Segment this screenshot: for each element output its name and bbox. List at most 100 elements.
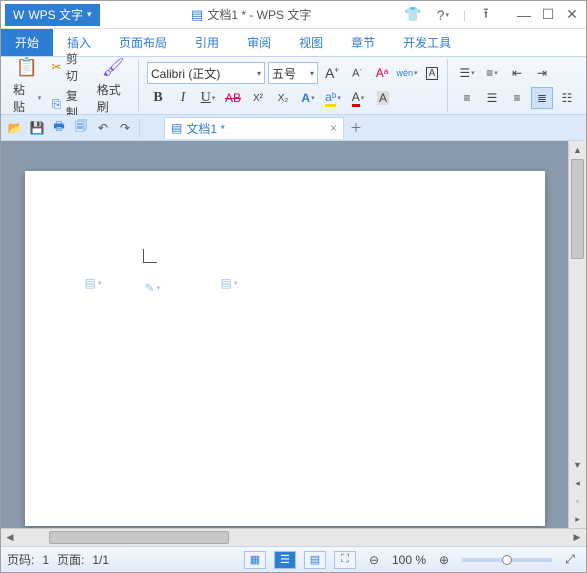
- maximize-button[interactable]: ☐: [538, 5, 558, 25]
- grow-font-button[interactable]: A+: [321, 62, 343, 84]
- document-icon: ▤: [171, 121, 182, 135]
- undo-button[interactable]: ↶: [93, 118, 113, 138]
- page[interactable]: ▤▾ ✎▾ ▤▾: [25, 171, 545, 526]
- view-fullscreen-button[interactable]: ⛶: [334, 551, 356, 569]
- paste-label: 粘贴: [13, 81, 35, 115]
- highlight-icon: aᵇ: [325, 90, 336, 107]
- help-button[interactable]: ?▾: [433, 5, 453, 25]
- superscript-button[interactable]: X²: [247, 87, 269, 109]
- distribute-icon: ☷: [562, 91, 573, 105]
- bold-button[interactable]: B: [147, 87, 169, 109]
- page-total[interactable]: 1/1: [92, 553, 109, 567]
- print-button[interactable]: 🖶: [49, 118, 69, 138]
- outdent-icon: ⇤: [512, 66, 522, 80]
- text-effect-icon: A: [301, 91, 310, 105]
- page-number[interactable]: 1: [42, 553, 49, 567]
- paste-icon: 📋: [16, 57, 38, 79]
- highlight-button[interactable]: aᵇ▾: [322, 87, 344, 109]
- font-size-combo[interactable]: 五号 ▾: [268, 62, 318, 84]
- add-tab-button[interactable]: ＋: [346, 118, 366, 138]
- scroll-down-button[interactable]: ▼: [569, 456, 586, 474]
- tab-references[interactable]: 引用: [181, 29, 233, 56]
- zoom-level[interactable]: 100 %: [392, 553, 426, 567]
- view-outline-button[interactable]: ▤: [304, 551, 326, 569]
- scroll-up-button[interactable]: ▲: [569, 141, 586, 159]
- phonetic-guide-button[interactable]: wén▾: [396, 62, 418, 84]
- bullets-button[interactable]: ☰▾: [456, 62, 478, 84]
- clear-format-button[interactable]: Aᵃ: [371, 62, 393, 84]
- floating-toolbar-item[interactable]: ▤▾: [221, 276, 238, 290]
- scroll-right-button[interactable]: ▶: [568, 529, 586, 547]
- align-left-button[interactable]: ≡: [456, 87, 478, 109]
- align-right-icon: ≡: [513, 91, 520, 105]
- char-border-button[interactable]: A: [421, 62, 443, 84]
- zoom-slider-thumb[interactable]: [502, 555, 512, 565]
- cut-button[interactable]: ✂ 剪切: [47, 49, 90, 85]
- scroll-track[interactable]: [569, 159, 586, 456]
- strike-button[interactable]: AB: [222, 87, 244, 109]
- fit-button[interactable]: ⤢: [560, 550, 580, 570]
- align-right-button[interactable]: ≡: [506, 87, 528, 109]
- font-color-button[interactable]: A▾: [347, 87, 369, 109]
- h-scroll-thumb[interactable]: [49, 531, 229, 544]
- align-justify-button[interactable]: ≣: [531, 87, 553, 109]
- scroll-left-button[interactable]: ◀: [1, 529, 19, 547]
- tab-view[interactable]: 视图: [285, 29, 337, 56]
- view-print-layout-button[interactable]: ▦: [244, 551, 266, 569]
- underline-button[interactable]: U▾: [197, 87, 219, 109]
- shrink-font-button[interactable]: A-: [346, 62, 368, 84]
- subscript-button[interactable]: X₂: [272, 87, 294, 109]
- title-text: 文档1 * - WPS 文字: [207, 6, 311, 23]
- tab-section[interactable]: 章节: [337, 29, 389, 56]
- tab-home[interactable]: 开始: [1, 29, 53, 56]
- decrease-indent-button[interactable]: ⇤: [506, 62, 528, 84]
- font-family-value: Calibri (正文): [151, 65, 254, 82]
- close-button[interactable]: ✕: [562, 5, 582, 25]
- view-web-layout-button[interactable]: ☰: [274, 551, 296, 569]
- zoom-slider[interactable]: [462, 558, 552, 562]
- cut-label: 剪切: [66, 50, 88, 84]
- distribute-button[interactable]: ☷: [556, 87, 578, 109]
- format-painter-button[interactable]: 🖌 格式刷: [93, 55, 134, 117]
- increase-indent-button[interactable]: ⇥: [531, 62, 553, 84]
- floating-toolbar-item[interactable]: ✎▾: [145, 281, 161, 295]
- tab-developer[interactable]: 开发工具: [389, 29, 465, 56]
- open-button[interactable]: 📂: [5, 118, 25, 138]
- chevron-down-icon: ▾: [87, 9, 92, 20]
- tab-review[interactable]: 审阅: [233, 29, 285, 56]
- document-tab[interactable]: ▤ 文档1 * ×: [164, 117, 344, 139]
- paste-button[interactable]: 📋 粘贴▾: [9, 55, 45, 117]
- ribbon-toggle-button[interactable]: ⭱: [476, 5, 496, 25]
- save-button[interactable]: 💾: [27, 118, 47, 138]
- minimize-button[interactable]: —: [514, 5, 534, 25]
- align-justify-icon: ≣: [537, 91, 547, 105]
- floating-toolbar-item[interactable]: ▤▾: [85, 276, 102, 290]
- vertical-scrollbar[interactable]: ▲ ▼ ◂ ◦ ▸: [568, 141, 586, 528]
- next-page-button[interactable]: ▸: [569, 510, 586, 528]
- char-shading-button[interactable]: A: [372, 87, 394, 109]
- scroll-thumb[interactable]: [571, 159, 584, 259]
- h-scroll-track[interactable]: [19, 529, 568, 546]
- horizontal-scrollbar[interactable]: ◀ ▶: [1, 528, 586, 546]
- font-color-icon: A: [352, 90, 360, 107]
- app-menu-button[interactable]: W WPS 文字 ▾: [5, 4, 100, 26]
- font-family-combo[interactable]: Calibri (正文) ▾: [147, 62, 265, 84]
- skin-icon[interactable]: 👕: [403, 5, 423, 25]
- italic-button[interactable]: I: [172, 87, 194, 109]
- redo-button[interactable]: ↷: [115, 118, 135, 138]
- phonetic-icon: wén: [396, 68, 413, 78]
- chevron-down-icon: ▾: [257, 69, 261, 78]
- text-effect-button[interactable]: A▾: [297, 87, 319, 109]
- cursor-indicator: [143, 249, 157, 263]
- align-left-icon: ≡: [463, 91, 470, 105]
- align-center-button[interactable]: ☰: [481, 87, 503, 109]
- tab-page-layout[interactable]: 页面布局: [105, 29, 181, 56]
- zoom-in-button[interactable]: ⊕: [434, 550, 454, 570]
- close-tab-button[interactable]: ×: [330, 121, 337, 135]
- print-preview-button[interactable]: 🗐: [71, 118, 91, 138]
- zoom-out-button[interactable]: ⊖: [364, 550, 384, 570]
- document-canvas[interactable]: ▤▾ ✎▾ ▤▾: [1, 141, 568, 528]
- numbering-button[interactable]: ≡▾: [481, 62, 503, 84]
- browse-object-button[interactable]: ◦: [569, 492, 586, 510]
- prev-page-button[interactable]: ◂: [569, 474, 586, 492]
